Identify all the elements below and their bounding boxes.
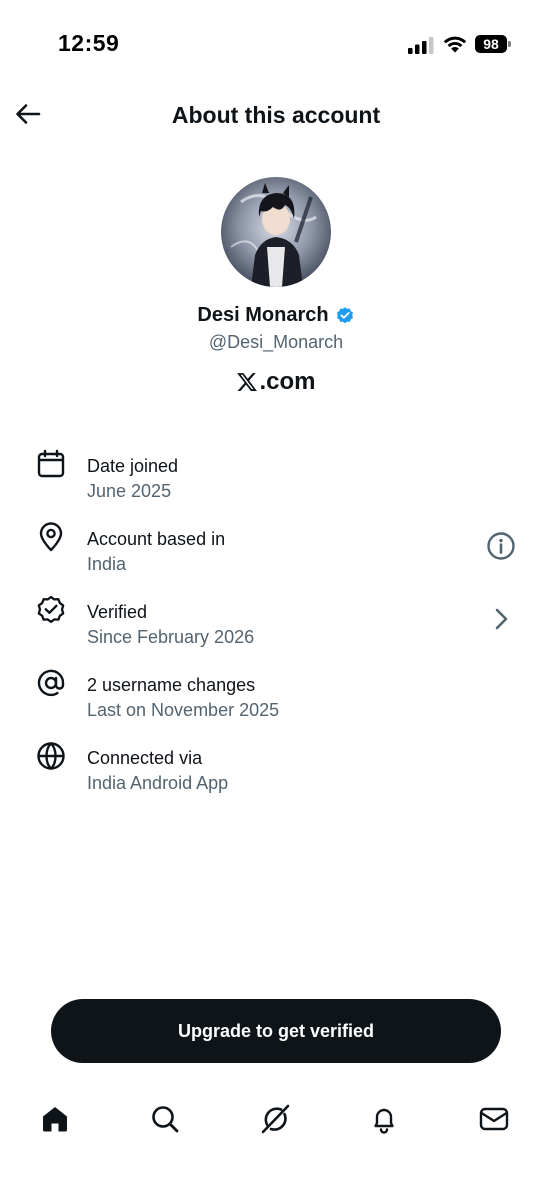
item-label: 2 username changes [87,675,256,695]
verified-check-icon [37,595,65,623]
bottom-nav [0,1095,552,1145]
nav-messages[interactable] [474,1099,514,1139]
header: About this account [0,92,552,142]
nav-grok[interactable] [255,1099,295,1139]
grok-icon [261,1104,290,1134]
signal-icon [408,37,434,54]
search-icon [152,1106,179,1133]
info-item-date-joined: Date joined June 2025 [0,440,552,510]
battery-icon: 98 [475,35,511,53]
info-button[interactable] [486,531,516,561]
chevron-right-icon [495,608,508,630]
upgrade-to-verified-button[interactable]: Upgrade to get verified [51,999,501,1063]
wifi-icon [443,36,467,53]
item-label: Account based in [87,529,226,549]
item-label: Connected via [87,748,203,768]
info-item-username-changes: 2 username changes Last on November 2025 [0,659,552,729]
item-label: Date joined [87,456,179,476]
handle: @Desi_Monarch [208,332,344,352]
status-time: 12:59 [58,30,120,56]
location-pin-icon [39,522,63,552]
x-logo-icon [237,373,258,391]
item-value: June 2025 [87,481,172,501]
item-value: Since February 2026 [87,627,255,647]
avatar[interactable] [221,177,331,287]
home-icon [43,1107,67,1132]
item-value: Last on November 2025 [87,700,280,720]
mail-icon [479,1107,509,1131]
info-item-account-based-in: Account based in India [0,513,552,583]
item-label: Verified [87,602,148,622]
display-name: Desi Monarch [197,304,329,326]
at-sign-icon [37,669,65,697]
x-domain-row: .com [0,368,552,396]
info-item-verified[interactable]: Verified Since February 2026 [0,586,552,656]
item-value: India [87,554,127,574]
page-title: About this account [171,102,381,128]
globe-icon [37,741,65,771]
verified-chevron[interactable] [486,604,516,634]
nav-notifications[interactable] [364,1099,404,1139]
nav-search[interactable] [145,1099,185,1139]
nav-home[interactable] [35,1099,75,1139]
status-bar: 12:59 98 [0,0,552,92]
calendar-icon [37,449,65,478]
info-item-connected-via: Connected via India Android App [0,732,552,802]
item-value: India Android App [87,773,229,793]
bell-icon [374,1108,394,1134]
display-name-row: Desi Monarch [0,304,552,327]
battery-level: 98 [475,35,507,53]
verified-badge-icon [336,306,353,323]
x-domain-text: .com [259,368,316,395]
info-icon [487,532,515,560]
